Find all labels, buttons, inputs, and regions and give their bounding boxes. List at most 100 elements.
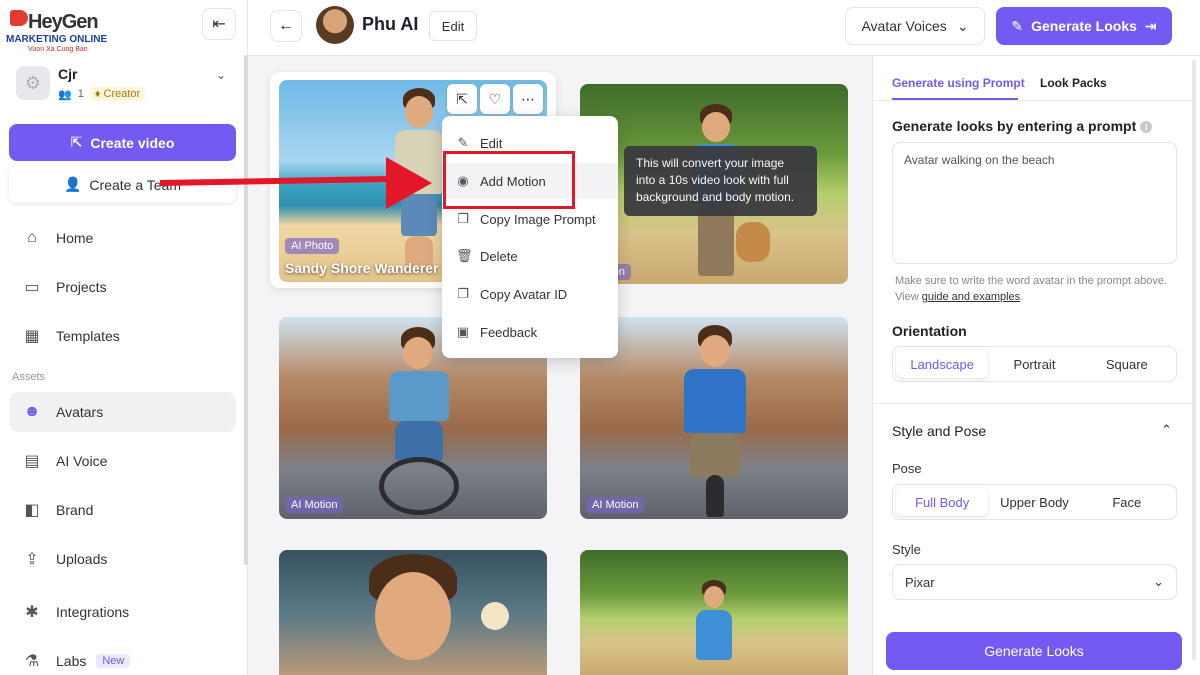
style-value: Pixar (905, 574, 935, 590)
menu-item-copy-avatar-id[interactable]: ❐ Copy Avatar ID (442, 276, 618, 312)
sidebar-item-ai-voice[interactable]: ▤ AI Voice (10, 441, 236, 481)
page-header: ← Phu AI Edit Avatar Voices ⌄ ✎ Generate… (248, 0, 1200, 56)
sidebar-item-label: Templates (56, 328, 120, 344)
annotation-arrow-head-icon (386, 157, 432, 209)
orientation-selector: Landscape Portrait Square (892, 346, 1177, 382)
sidebar-item-uploads[interactable]: ⇪ Uploads (10, 539, 236, 579)
tab-look-packs[interactable]: Look Packs (1040, 76, 1107, 90)
orientation-square[interactable]: Square (1081, 350, 1173, 378)
pose-selector: Full Body Upper Body Face (892, 484, 1177, 520)
folder-icon: ▭ (24, 279, 40, 296)
account-avatar: ⚙ (16, 66, 50, 100)
chevron-up-icon[interactable]: ⌃ (1161, 422, 1172, 438)
collapse-sidebar-button[interactable]: ⇤ (202, 8, 236, 40)
edit-avatar-button[interactable]: Edit (429, 11, 477, 41)
sidebar-item-label: Projects (56, 279, 107, 295)
cursor-icon: ⇱ (456, 90, 468, 107)
look-card[interactable] (580, 550, 848, 675)
heart-icon: ♡ (488, 90, 502, 107)
sidebar-item-templates[interactable]: ▦ Templates (10, 316, 236, 356)
labs-icon: ⚗ (24, 653, 40, 670)
orientation-landscape[interactable]: Landscape (896, 350, 989, 378)
ai-voice-icon: ▤ (24, 453, 40, 470)
account-meta: 👥 1 ♦ Creator (58, 87, 146, 101)
look-card[interactable]: AI Motion (580, 317, 848, 519)
sidebar-item-label: Home (56, 230, 94, 246)
guide-link[interactable]: guide and examples (922, 291, 1020, 303)
generate-looks-label: Generate Looks (1031, 18, 1137, 34)
upload-icon: ⇪ (25, 551, 39, 568)
avatar-voices-dropdown[interactable]: Avatar Voices ⌄ (845, 7, 985, 45)
menu-item-feedback[interactable]: ▣ Feedback (442, 314, 618, 350)
copy-icon: ❐ (457, 286, 469, 301)
account-switcher[interactable]: ⚙ Cjr 👥 1 ♦ Creator ⌄ (16, 60, 236, 108)
back-button[interactable]: ← (270, 10, 302, 42)
orientation-portrait[interactable]: Portrait (988, 350, 1080, 378)
gear-icon: ⚙ (24, 72, 42, 93)
pose-upper-body[interactable]: Upper Body (988, 488, 1080, 516)
new-badge: New (96, 654, 131, 668)
page-title: Phu AI (362, 14, 419, 34)
avatar-voices-label: Avatar Voices (861, 18, 947, 34)
logo-subtagline: Vuon Xa Cung Ban (28, 46, 88, 53)
tab-divider (873, 100, 1195, 101)
style-label: Style (892, 542, 921, 557)
sidebar-item-brand[interactable]: ◧ Brand (10, 490, 236, 530)
account-name: Cjr (58, 66, 78, 82)
panel-scrollbar[interactable] (1192, 60, 1196, 660)
edit-icon: ✎ (457, 135, 469, 150)
sidebar-item-label: Brand (56, 502, 94, 518)
card-tag: AI Photo (285, 238, 340, 254)
favorite-button[interactable]: ♡ (480, 84, 510, 114)
assets-section-label: Assets (12, 371, 46, 383)
generate-looks-button[interactable]: ✎ Generate Looks ⇥ (996, 7, 1172, 45)
menu-item-delete[interactable]: 🗑 Delete (442, 238, 618, 274)
card-title: Sandy Shore Wanderer 2 (285, 260, 451, 276)
annotation-highlight-box (443, 151, 575, 209)
prompt-textarea[interactable]: Avatar walking on the beach (892, 142, 1177, 264)
generate-looks-submit-button[interactable]: Generate Looks (886, 632, 1182, 670)
arrow-right-bar-icon: ⇥ (1144, 17, 1157, 34)
trash-icon: 🗑 (456, 248, 473, 263)
feedback-icon: ▣ (456, 324, 470, 339)
pose-full-body[interactable]: Full Body (896, 488, 989, 516)
menu-item-label: Feedback (480, 324, 538, 340)
user-icon: 👤 (63, 176, 82, 192)
sidebar-item-label: Avatars (56, 404, 104, 420)
orientation-title: Orientation (892, 323, 967, 339)
brand-icon: ◧ (24, 502, 40, 519)
sidebar: HeyGen MARKETING ONLINE Vuon Xa Cung Ban… (0, 0, 248, 675)
arrow-left-icon: ← (278, 17, 294, 34)
tab-generate-using-prompt[interactable]: Generate using Prompt (892, 76, 1025, 90)
add-motion-quick-button[interactable]: ⇱ (447, 84, 477, 114)
lamp-icon (481, 602, 509, 630)
look-card[interactable] (279, 550, 547, 675)
sidebar-scrollbar[interactable] (244, 55, 248, 565)
home-icon: ⌂ (27, 229, 37, 246)
menu-item-label: Copy Image Prompt (480, 211, 596, 227)
style-select[interactable]: Pixar ⌄ (892, 564, 1177, 600)
section-divider (873, 403, 1195, 404)
prompt-section-title: Generate looks by entering a prompt i (892, 118, 1153, 134)
style-pose-title[interactable]: Style and Pose (892, 423, 986, 439)
info-icon[interactable]: i (1140, 121, 1153, 134)
sidebar-item-label: Labs (56, 653, 87, 669)
sidebar-item-home[interactable]: ⌂ Home (10, 218, 236, 258)
sidebar-item-avatars[interactable]: ☻ Avatars (10, 392, 236, 432)
pose-face[interactable]: Face (1081, 488, 1173, 516)
menu-item-label: Copy Avatar ID (480, 286, 568, 302)
create-video-button[interactable]: ⇱ Create video (9, 124, 236, 161)
logo-tagline: MARKETING ONLINE (6, 34, 108, 45)
sidebar-item-labs[interactable]: ⚗ Labs New (10, 641, 236, 675)
menu-item-label: Delete (480, 248, 518, 264)
sidebar-item-integrations[interactable]: ✱ Integrations (10, 592, 236, 632)
sidebar-item-projects[interactable]: ▭ Projects (10, 267, 236, 307)
chevron-down-icon: ⌄ (1153, 574, 1164, 589)
copy-icon: ❐ (457, 211, 469, 226)
more-options-button[interactable]: ⋯ (513, 84, 543, 114)
generate-panel: Generate using Prompt Look Packs Generat… (872, 56, 1200, 675)
plan-badge: ♦ Creator (89, 87, 146, 101)
avatar-icon: ☻ (23, 403, 41, 420)
help-end: . (1020, 291, 1024, 303)
logo[interactable]: HeyGen MARKETING ONLINE Vuon Xa Cung Ban (6, 8, 126, 53)
